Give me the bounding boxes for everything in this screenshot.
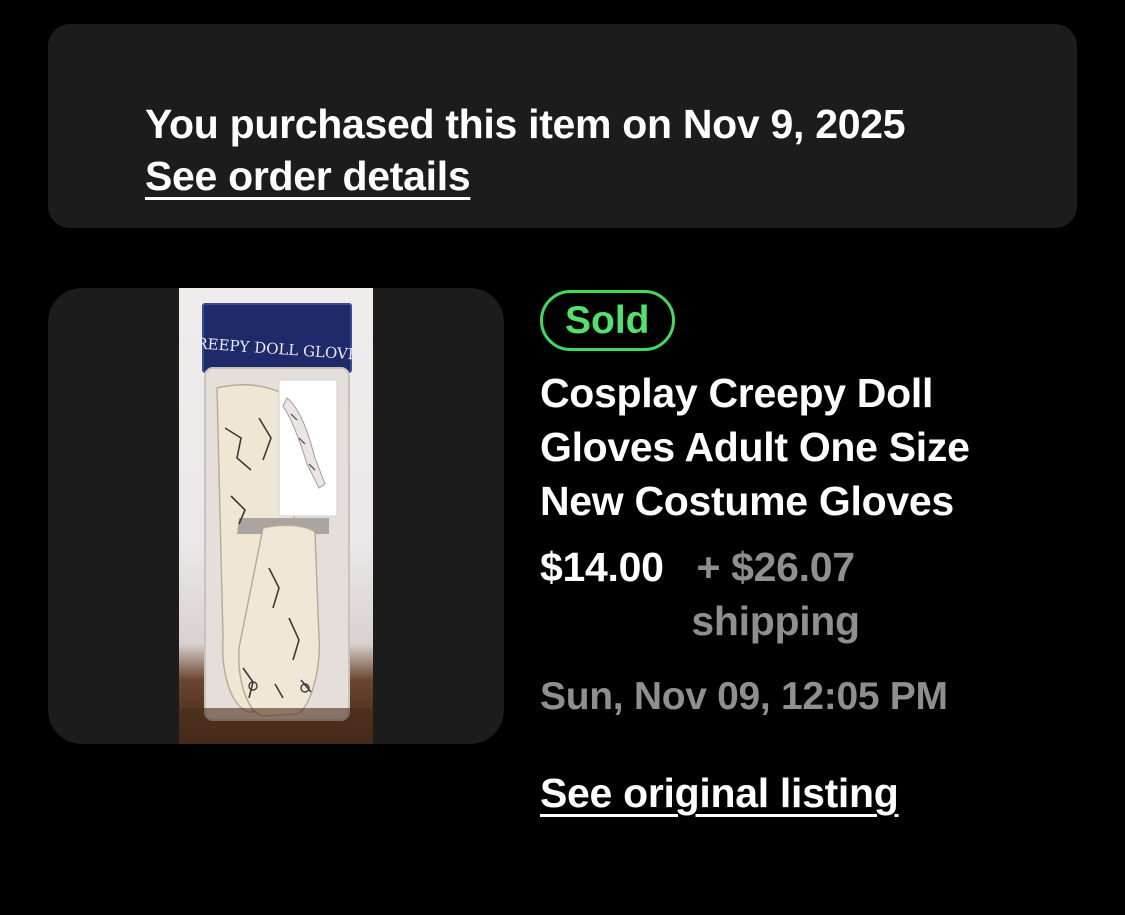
item-thumbnail[interactable]: CREEPY DOLL GLOVES	[48, 288, 504, 744]
purchase-banner: You purchased this item on Nov 9, 2025 S…	[48, 24, 1077, 228]
purchase-date-text: You purchased this item on Nov 9, 2025	[145, 101, 906, 147]
item-price: $14.00	[540, 544, 664, 590]
product-photo: CREEPY DOLL GLOVES	[179, 288, 373, 744]
item-title: Cosplay Creepy Doll Gloves Adult One Siz…	[540, 370, 970, 524]
sold-status-badge: Sold	[540, 290, 675, 351]
sold-date: Sun, Nov 09, 12:05 PM	[540, 675, 948, 718]
shipping-cost: + $26.07 shipping	[691, 544, 860, 644]
price-row: $14.00 + $26.07 shipping	[540, 540, 1100, 648]
see-order-details-link[interactable]: See order details	[145, 150, 471, 202]
see-original-listing-link[interactable]: See original listing	[540, 766, 899, 820]
item-details: Sold Cosplay Creepy Doll Gloves Adult On…	[540, 290, 1100, 724]
